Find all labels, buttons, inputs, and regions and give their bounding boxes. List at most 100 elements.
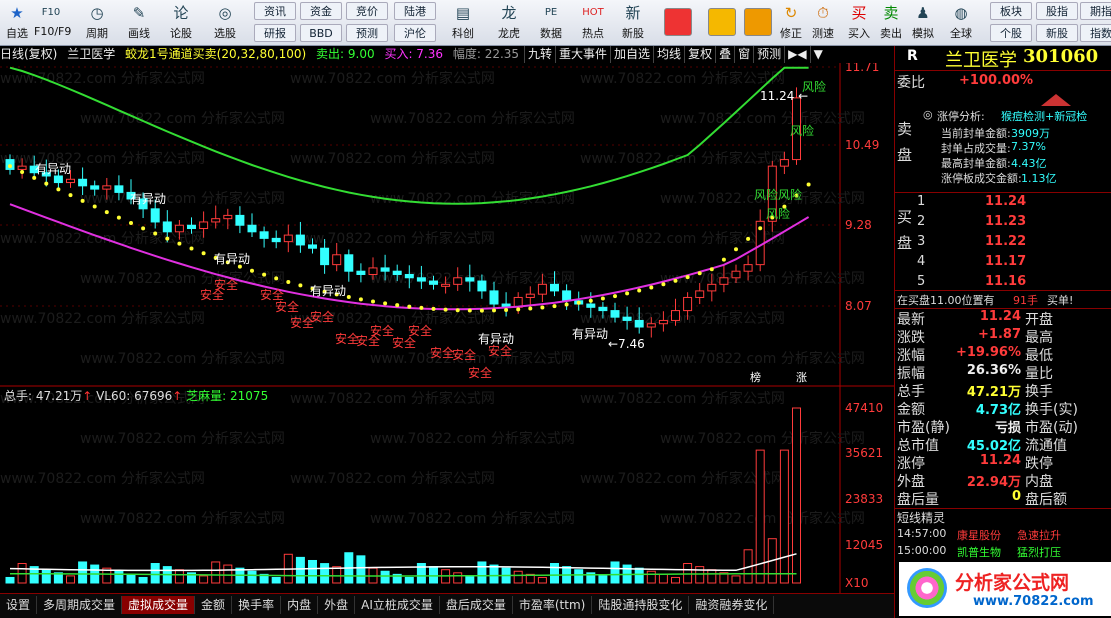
volume-bar[interactable] — [404, 576, 414, 584]
chart-tab-0[interactable]: 九转 — [524, 46, 555, 63]
candle-body[interactable] — [223, 214, 233, 220]
toolbar-button-14[interactable]: 卖卖出 — [874, 2, 908, 44]
candle-body[interactable] — [150, 208, 160, 223]
toolbar-text-button-6[interactable]: 预测 — [346, 24, 388, 42]
candle-body[interactable] — [489, 290, 499, 305]
indicator-tab-8[interactable]: 盘后成交量 — [440, 596, 513, 614]
candle-body[interactable] — [731, 270, 741, 279]
candle-body[interactable] — [162, 221, 172, 233]
volume-bar[interactable] — [537, 576, 547, 584]
indicator-name[interactable]: 蛟龙1号通道买卖(20,32,80,100) — [125, 47, 306, 61]
volume-bar[interactable] — [792, 407, 801, 584]
candle-body[interactable] — [550, 283, 559, 292]
volume-bar[interactable] — [271, 576, 281, 584]
toolbar-text-button-9[interactable]: 股指 — [1036, 2, 1078, 20]
candle-body[interactable] — [671, 310, 680, 321]
bid-price[interactable]: 11.24 — [985, 194, 1026, 209]
candle-body[interactable] — [695, 290, 705, 298]
toolbar-button-15[interactable]: ♟ 模拟 — [906, 2, 940, 44]
toolbar-button-10[interactable]: 新新股 — [616, 2, 650, 44]
candle-body[interactable] — [102, 185, 112, 190]
volume-bar[interactable] — [199, 575, 209, 584]
candle-body[interactable] — [53, 175, 63, 184]
candle-body[interactable] — [320, 247, 330, 266]
chart-tab-6[interactable]: 窗 — [734, 46, 753, 63]
toolbar-text-button-3[interactable]: 陆港 — [394, 2, 436, 20]
volume-bar[interactable] — [332, 566, 342, 584]
grid-color-icon[interactable] — [664, 8, 692, 36]
volume-bar[interactable] — [174, 569, 184, 584]
dropdown-icon[interactable]: ▼ — [809, 46, 826, 63]
volume-bar[interactable] — [489, 564, 499, 584]
short-line-stock[interactable]: 凯普生物 — [957, 544, 1001, 560]
candle-body[interactable] — [332, 254, 342, 266]
volume-bar[interactable] — [308, 559, 317, 584]
volume-bar[interactable] — [646, 570, 656, 584]
candle-body[interactable] — [537, 283, 547, 295]
toolbar-button-4[interactable]: 论论股 — [164, 2, 198, 44]
candle-body[interactable] — [477, 280, 487, 292]
candle-body[interactable] — [683, 296, 693, 312]
volume-bar[interactable] — [574, 569, 584, 584]
candle-body[interactable] — [344, 254, 354, 272]
toolbar-text-button-4[interactable]: 研报 — [254, 24, 296, 42]
kline-chart[interactable]: www.70822.com 分析家公式网 www.70822.com 分析家公式网… — [0, 63, 894, 593]
volume-bar[interactable] — [223, 564, 233, 584]
volume-bar[interactable] — [671, 576, 680, 584]
candle-body[interactable] — [743, 264, 753, 272]
period-label[interactable]: 日线(复权) — [0, 47, 57, 61]
candle-body[interactable] — [719, 277, 729, 285]
volume-bar[interactable] — [41, 569, 51, 584]
candle-body[interactable] — [453, 277, 463, 285]
chart-tab-4[interactable]: 复权 — [684, 46, 715, 63]
volume-bar[interactable] — [634, 567, 644, 584]
candle-body[interactable] — [598, 306, 608, 312]
chart-tab-1[interactable]: 重大事件 — [555, 46, 610, 63]
candle-body[interactable] — [90, 185, 100, 190]
bid-price[interactable]: 11.16 — [985, 274, 1026, 289]
toolbar-button-11[interactable]: ↻ 修正 — [774, 2, 808, 44]
toolbar-button-12[interactable]: ⏱ 测速 — [806, 2, 840, 44]
volume-bar[interactable] — [695, 566, 705, 584]
limit-analysis-tags[interactable]: 猴痘检测+新冠检 — [1001, 108, 1087, 124]
bid-price[interactable]: 11.17 — [985, 254, 1026, 269]
toolbar-text-button-10[interactable]: 期指 — [1080, 2, 1111, 20]
indicator-tab-0[interactable]: 设置 — [0, 596, 38, 614]
volume-bar[interactable] — [295, 556, 305, 584]
expand-icon[interactable]: ▶◀ — [784, 46, 809, 63]
volume-bar[interactable] — [150, 563, 160, 584]
short-line-title[interactable]: 短线精灵 — [897, 509, 945, 526]
candle-body[interactable] — [392, 270, 402, 275]
candle-body[interactable] — [247, 224, 257, 233]
toolbar-button-1[interactable]: F10 F10/F9 — [34, 2, 71, 44]
volume-bar[interactable] — [453, 572, 463, 584]
toolbar-button-3[interactable]: ✎ 画线 — [122, 2, 156, 44]
up-down-arrow-icon[interactable] — [744, 8, 772, 36]
toolbar-button-16[interactable]: ◍ 全球 — [944, 2, 978, 44]
candle-body[interactable] — [610, 310, 620, 318]
volume-bar[interactable] — [380, 570, 390, 584]
short-line-stock[interactable]: 康星股份 — [957, 527, 1001, 543]
candle-body[interactable] — [707, 283, 717, 292]
bid-price[interactable]: 11.23 — [985, 214, 1026, 229]
volume-bar[interactable] — [78, 561, 88, 584]
volume-bar[interactable] — [610, 561, 620, 584]
toolbar-text-button-2[interactable]: 竞价 — [346, 2, 388, 20]
indicator-tab-4[interactable]: 换手率 — [232, 596, 282, 614]
candle-body[interactable] — [562, 290, 572, 302]
indicator-tab-10[interactable]: 陆股通持股变化 — [592, 596, 690, 614]
chart-tab-2[interactable]: 加自选 — [610, 46, 653, 63]
candle-body[interactable] — [404, 273, 414, 279]
toolbar-text-button-11[interactable]: 个股 — [990, 24, 1032, 42]
candle-body[interactable] — [283, 234, 293, 243]
candle-body[interactable] — [779, 159, 789, 167]
volume-bar[interactable] — [66, 575, 75, 584]
toolbar-text-button-7[interactable]: 沪伦 — [394, 24, 436, 42]
toolbar-button-5[interactable]: ◎ 选股 — [208, 2, 242, 44]
candle-body[interactable] — [586, 303, 596, 308]
candle-body[interactable] — [368, 267, 378, 275]
volume-bar[interactable] — [465, 575, 475, 584]
volume-bar[interactable] — [429, 566, 438, 584]
candle-body[interactable] — [441, 283, 451, 287]
candle-body[interactable] — [259, 231, 269, 239]
